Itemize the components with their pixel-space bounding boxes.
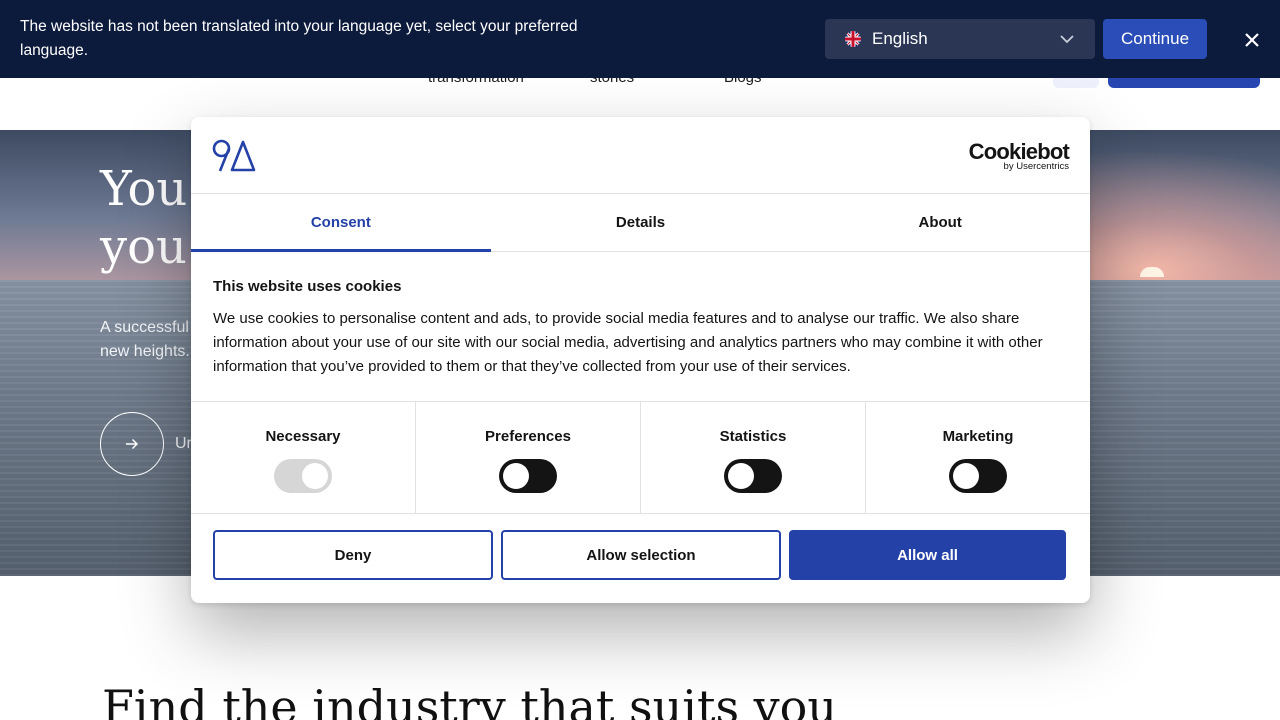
allow-selection-button[interactable]: Allow selection	[501, 530, 781, 580]
category-necessary: Necessary	[191, 402, 416, 513]
deny-button[interactable]: Deny	[213, 530, 493, 580]
uk-flag-icon	[845, 31, 861, 47]
category-marketing: Marketing	[866, 402, 1090, 513]
dialog-header: Cookiebot by Usercentrics	[191, 117, 1090, 194]
chevron-down-icon	[1060, 35, 1074, 44]
close-icon[interactable]	[1240, 28, 1264, 52]
category-statistics: Statistics	[641, 402, 866, 513]
cookiebot-logo[interactable]: Cookiebot by Usercentrics	[965, 139, 1070, 172]
tab-consent[interactable]: Consent	[191, 194, 491, 252]
toggle-knob	[503, 463, 529, 489]
category-label: Preferences	[485, 428, 571, 445]
category-preferences: Preferences	[416, 402, 641, 513]
toggle-knob	[728, 463, 754, 489]
toggle-knob	[953, 463, 979, 489]
allow-all-button[interactable]: Allow all	[789, 530, 1066, 580]
consent-categories: Necessary Preferences Statistics Marketi…	[191, 401, 1090, 514]
tab-details[interactable]: Details	[491, 194, 791, 251]
statistics-toggle[interactable]	[724, 459, 782, 493]
language-select[interactable]: English	[825, 19, 1095, 59]
toggle-knob	[302, 463, 328, 489]
cookie-consent-dialog: Cookiebot by Usercentrics Consent Detail…	[191, 117, 1090, 603]
necessary-toggle	[274, 459, 332, 493]
marketing-toggle[interactable]	[949, 459, 1007, 493]
dialog-tabs: Consent Details About	[191, 194, 1090, 252]
language-banner-message: The website has not been translated into…	[20, 18, 578, 59]
tab-about[interactable]: About	[790, 194, 1090, 251]
continue-button[interactable]: Continue	[1103, 19, 1207, 59]
preferences-toggle[interactable]	[499, 459, 557, 493]
dialog-text: We use cookies to personalise content an…	[213, 310, 1043, 375]
language-banner: The website has not been translated into…	[0, 0, 1280, 78]
category-label: Statistics	[719, 428, 787, 445]
brand-logo	[212, 139, 256, 172]
selected-language: English	[872, 29, 928, 48]
dialog-title: This website uses cookies	[213, 278, 402, 295]
category-label: Marketing	[942, 428, 1014, 445]
cookiebot-subline: by Usercentrics	[1003, 161, 1069, 172]
category-label: Necessary	[265, 428, 341, 445]
